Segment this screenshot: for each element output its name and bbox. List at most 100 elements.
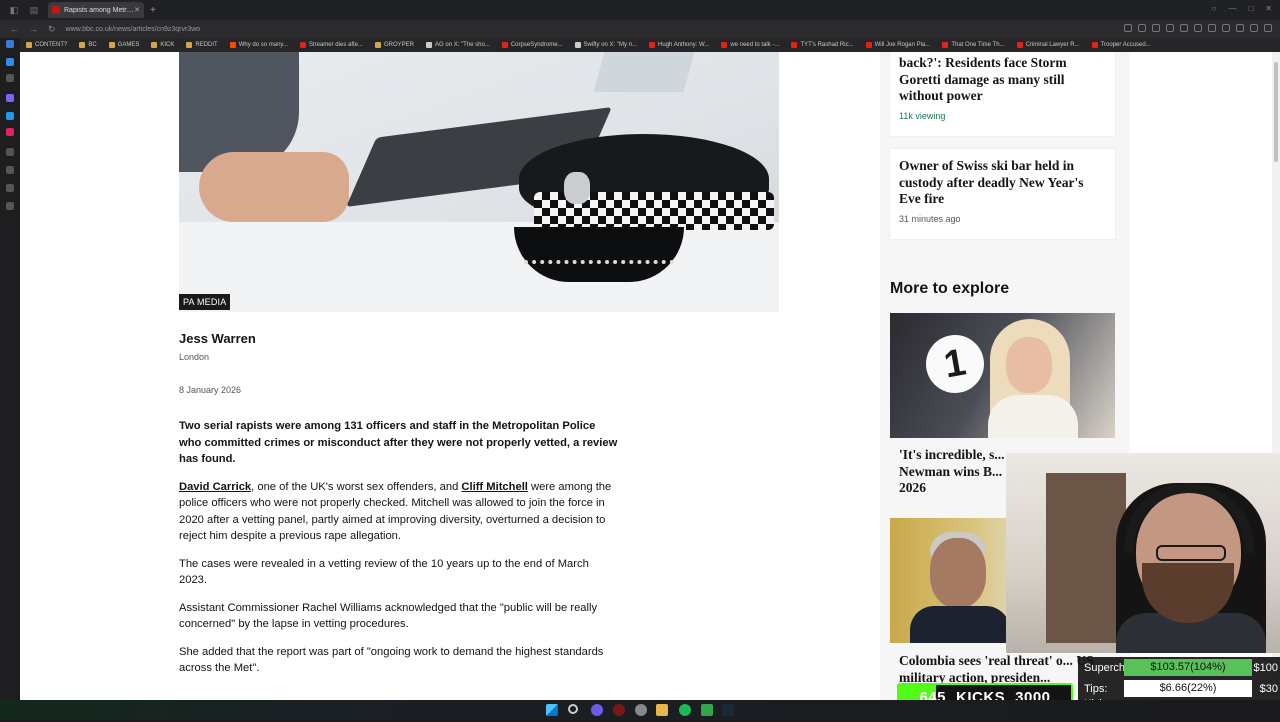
bookmark-item[interactable]: CONTENT? [26,42,67,48]
bookmark-label: Why do so many... [238,42,288,48]
explore-headline[interactable]: 'It's incredible, s... Newman wins B... … [899,447,1014,497]
goal-row: Superchats: $103.57(104%) $100 [1078,657,1280,678]
bookmark-item[interactable]: Hugh Anthony: W... [649,42,709,48]
story-viewing-count: 11k viewing [899,110,946,121]
cliff-mitchell-link[interactable]: Cliff Mitchell [461,481,528,493]
forward-icon[interactable]: → [29,24,38,34]
score-card-number: 1 [921,330,989,398]
bbc-favicon-icon [52,6,60,14]
sidebar-app-icon[interactable] [6,94,14,102]
story-card[interactable]: back?': Residents face Storm Goretti dam… [890,52,1115,136]
spotify-icon[interactable] [679,704,691,716]
sidebar-app-icon[interactable] [6,184,14,192]
discord-icon[interactable] [591,704,603,716]
bookmark-label: we need to talk -... [730,42,780,48]
bookmark-item[interactable]: GROYPER [375,42,414,48]
scrollbar-thumb[interactable] [1274,62,1278,162]
shield-icon[interactable] [1180,24,1188,32]
article-date: 8 January 2026 [179,385,242,395]
bookmark-item[interactable]: Will Joe Rogan Pla... [865,42,930,48]
bookmark-folder-icon [26,42,32,48]
reader-mode-icon[interactable] [1124,24,1132,32]
sidebar-app-icon[interactable] [6,166,14,174]
bookmark-folder-icon [186,42,193,48]
back-icon[interactable]: ← [10,24,19,34]
reload-icon[interactable]: ↻ [48,24,56,35]
tab-actions-icon[interactable]: ▤ [28,4,40,16]
bookmark-folder-icon [791,42,798,48]
sidebar-app-icon[interactable] [6,58,14,66]
bookmark-icon[interactable] [1166,24,1174,32]
sidebar-app-icon[interactable] [6,40,14,48]
camera-icon[interactable] [1222,24,1230,32]
bookmark-item[interactable]: Criminal Lawyer R... [1016,42,1080,48]
extensions-icon[interactable] [1194,24,1202,32]
minimize-icon[interactable]: — [1228,4,1236,13]
bookmark-item[interactable]: REDDIT [186,42,218,48]
menu-icon[interactable] [1264,24,1272,32]
article-author[interactable]: Jess Warren [179,331,256,346]
obs-icon[interactable] [635,704,647,716]
windows-start-icon[interactable] [546,704,558,716]
bookmark-label: Hugh Anthony: W... [658,42,710,48]
browser-sidebar [0,38,20,700]
story-headline[interactable]: Owner of Swiss ski bar held in custody a… [899,158,1106,208]
bookmark-item[interactable]: Why do so many... [229,42,288,48]
bookmark-label: KICK [160,42,175,48]
play-icon[interactable] [1208,24,1216,32]
story-card[interactable]: Owner of Swiss ski bar held in custody a… [890,149,1115,239]
bookmark-label: CorpseSyndrome... [510,42,563,48]
sidebar-app-icon[interactable] [6,128,14,136]
zoom-icon[interactable] [1138,24,1146,32]
steam-icon[interactable] [722,704,734,716]
search-icon[interactable]: ○ [1212,4,1217,13]
new-tab-button[interactable]: + [150,5,156,16]
story-timestamp: 31 minutes ago [899,213,961,224]
bookmark-item[interactable]: GAMES [108,42,139,48]
close-window-icon[interactable]: ✕ [1265,4,1272,13]
search-icon[interactable] [568,704,578,714]
sidebar-app-icon[interactable] [6,202,14,210]
story-headline[interactable]: back?': Residents face Storm Goretti dam… [899,55,1106,105]
window-controls: ○ — □ ✕ [1212,4,1272,13]
bookmark-folder-icon [942,42,949,48]
translate-icon[interactable] [1152,24,1160,32]
address-bar: ← → ↻ www.bbc.co.uk/news/articles/cn9z3q… [0,20,1280,38]
url-field[interactable]: www.bbc.co.uk/news/articles/cn9z3qrvr3wo [66,26,201,33]
image-credit: PA MEDIA [179,294,231,310]
bookmark-item[interactable]: That One Time Th... [942,42,1005,48]
bookmark-item[interactable]: BC [79,42,97,48]
bookmark-folder-icon [649,42,656,48]
explore-headline[interactable]: Colombia sees 'real threat' o... US mili… [899,653,1099,686]
bookmark-item[interactable]: TYT's Rashad Ric... [791,42,854,48]
bookmark-item[interactable]: CorpseSyndrome... [501,42,563,48]
bookmark-item[interactable]: Trooper Accused... [1091,42,1151,48]
bookmark-item[interactable]: AG on X: "The sho... [426,42,490,48]
article-paragraph: The cases were revealed in a vetting rev… [179,557,589,587]
article-paragraph: Assistant Commissioner Rachel Williams a… [179,601,598,631]
maximize-icon[interactable]: □ [1248,4,1253,13]
heart-icon[interactable] [1236,24,1244,32]
bookmark-label: AG on X: "The sho... [435,42,490,48]
david-carrick-link[interactable]: David Carrick [179,481,251,493]
bookmark-folder-icon [1091,42,1098,48]
bookmark-item[interactable]: Streamer dies afte... [299,42,363,48]
sidebar-app-icon[interactable] [6,112,14,120]
file-explorer-icon[interactable] [656,704,668,716]
download-icon[interactable] [1250,24,1258,32]
sidebar-app-icon[interactable] [6,74,14,82]
goal-progress: $103.57(104%) [1124,659,1252,676]
window-menu-icon[interactable]: ◧ [8,4,20,16]
opera-icon[interactable] [613,704,625,716]
sidebar-app-icon[interactable] [6,148,14,156]
browser-tab[interactable]: Rapists among Metropolitan ✕ [48,2,144,18]
bookmark-item[interactable]: KICK [151,42,174,48]
bookmark-item[interactable]: Swifty on X: "My n... [574,42,637,48]
bookmark-folder-icon [865,42,872,48]
bookmark-item[interactable]: we need to talk -... [721,42,779,48]
app-icon[interactable] [701,704,713,716]
explore-thumbnail[interactable]: 1 [890,313,1115,438]
goal-label: Superchats: [1084,661,1143,674]
goal-progress: $6.66(22%) [1124,680,1252,697]
close-tab-icon[interactable]: ✕ [134,6,140,14]
